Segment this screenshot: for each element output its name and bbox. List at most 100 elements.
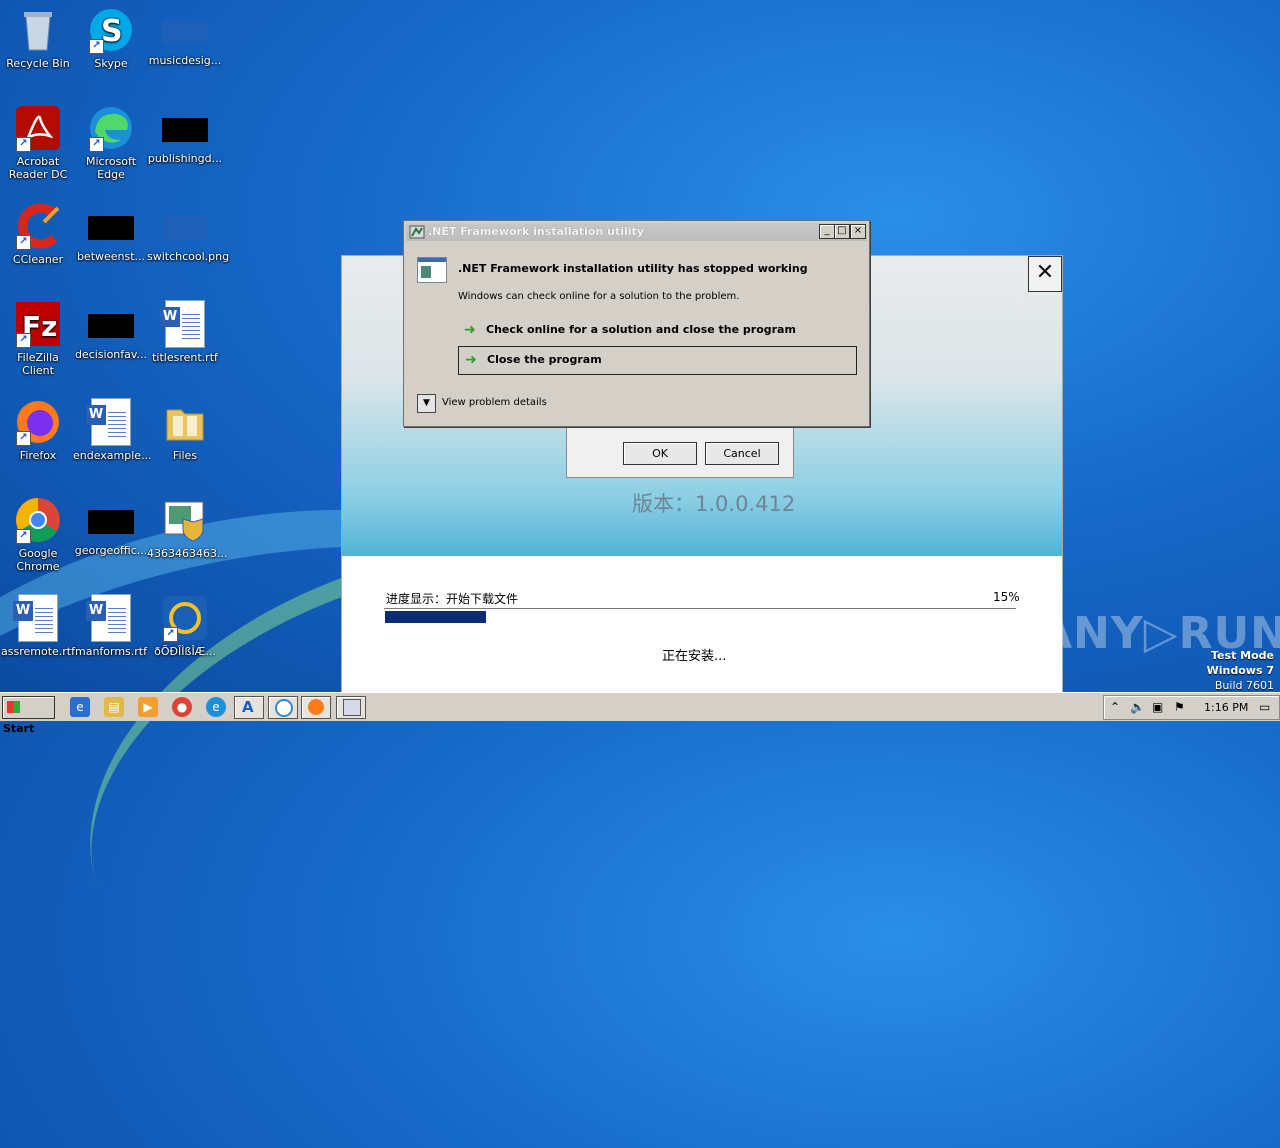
close-program-label: Close the program xyxy=(487,353,602,366)
redacted-thumbnail xyxy=(162,118,208,142)
minimize-icon[interactable]: _ xyxy=(819,224,835,239)
desktop-icon-titlesrent[interactable]: W titlesrent.rtf xyxy=(147,300,223,364)
desktop-icon-ccleaner[interactable]: ↗ CCleaner xyxy=(0,202,76,266)
desktop-icon-label: titlesrent.rtf xyxy=(152,351,218,364)
desktop-icon-label: manforms.rtf xyxy=(74,645,147,658)
network-icon[interactable]: ▣ xyxy=(1152,700,1163,714)
ccleaner-icon: ↗ xyxy=(14,202,62,250)
executable-shield-icon xyxy=(161,496,209,544)
show-hidden-icons-icon[interactable]: ⌃ xyxy=(1110,700,1120,714)
desktop-icon-installer[interactable]: ↗ ðÕÐÎÌßÎÆ... xyxy=(147,594,223,658)
redacted-thumbnail xyxy=(88,314,134,338)
explorer-icon[interactable]: ▤ xyxy=(104,697,124,717)
progress-percent: 15% xyxy=(993,590,1020,604)
desktop-icon-label: assremote.rtf xyxy=(1,645,75,658)
desktop-icon-label: decisionfav... xyxy=(74,348,148,361)
desktop-icon-label: 4363463463... xyxy=(147,547,228,560)
chevron-down-icon[interactable]: ▼ xyxy=(417,394,436,413)
desktop-icon-recycle-bin[interactable]: Recycle Bin xyxy=(0,6,76,70)
desktop-icon-label: Skype xyxy=(94,57,128,70)
taskbar-app-a[interactable]: A xyxy=(234,696,264,719)
start-button[interactable]: Start xyxy=(2,696,55,735)
desktop-icon-skype[interactable]: S ↗ Skype xyxy=(73,6,149,70)
desktop-icon-musicdesig[interactable]: musicdesig... xyxy=(147,6,223,67)
taskbar-clock[interactable]: 1:16 PM xyxy=(1204,701,1248,714)
desktop-icon-acrobat[interactable]: ↗ Acrobat Reader DC xyxy=(0,104,76,181)
dialog-titlebar[interactable]: .NET Framework installation utility _ □ … xyxy=(406,223,867,241)
desktop-icon-files[interactable]: Files xyxy=(147,398,223,462)
desktop-icon-4363463463[interactable]: 4363463463... xyxy=(147,496,228,560)
folder-icon xyxy=(161,398,209,446)
watermark-line3: Build 7601 xyxy=(1214,679,1274,692)
desktop-icon-filezilla[interactable]: Fz ↗ FileZilla Client xyxy=(0,300,76,377)
recycle-bin-icon xyxy=(14,6,62,54)
desktop-icon-edge[interactable]: ↗ Microsoft Edge xyxy=(73,104,149,181)
desktop-icon-label: Google Chrome xyxy=(16,547,60,573)
taskbar-firefox[interactable] xyxy=(301,696,331,719)
message-box: OK Cancel xyxy=(566,426,794,478)
desktop-icon-label: Firefox xyxy=(19,449,57,462)
desktop-icon-georgeoffic[interactable]: georgeoffic... xyxy=(73,496,149,557)
action-center-flag-icon[interactable]: ⚑ xyxy=(1174,700,1185,714)
close-icon[interactable]: × xyxy=(850,224,866,239)
net-utility-icon xyxy=(343,699,361,716)
desktop-icon-label: publishingd... xyxy=(147,152,223,165)
shortcut-arrow-icon: ↗ xyxy=(163,627,178,642)
view-details-link[interactable]: View problem details xyxy=(442,397,547,408)
dialog-subtext: Windows can check online for a solution … xyxy=(458,291,740,302)
desktop-icon-label: Files xyxy=(172,449,198,462)
shortcut-arrow-icon: ↗ xyxy=(16,333,31,348)
redacted-thumbnail xyxy=(88,510,134,534)
cancel-button[interactable]: Cancel xyxy=(705,442,779,465)
desktop-icon-endexample[interactable]: W endexample... xyxy=(73,398,152,462)
ok-button[interactable]: OK xyxy=(623,442,697,465)
check-online-option[interactable]: ➜ Check online for a solution and close … xyxy=(458,317,855,344)
desktop-icon-label: betweenst... xyxy=(76,250,146,263)
desktop-icon-switchcool[interactable]: switchcool.png xyxy=(147,202,229,263)
program-window-icon xyxy=(417,257,447,283)
desktop-icon-chrome[interactable]: ↗ Google Chrome xyxy=(0,496,76,573)
word-document-icon: W xyxy=(160,300,209,348)
windows-flag-icon xyxy=(7,701,20,713)
volume-icon[interactable]: 🔈 xyxy=(1130,700,1145,714)
ie-icon[interactable]: e xyxy=(70,697,90,717)
shortcut-arrow-icon: ↗ xyxy=(89,137,104,152)
word-document-icon: W xyxy=(86,594,135,642)
redacted-thumbnail xyxy=(88,216,134,240)
taskbar-app-disc[interactable] xyxy=(268,696,298,719)
dialog-headline: .NET Framework installation utility has … xyxy=(458,262,808,275)
start-label: Start xyxy=(3,722,35,735)
media-player-icon[interactable]: ▶ xyxy=(138,697,158,717)
desktop-icon-decisionfav[interactable]: decisionfav... xyxy=(73,300,149,361)
installer-version: 版本：1.0.0.412 xyxy=(632,492,796,516)
desktop-icon-label: Recycle Bin xyxy=(6,57,70,70)
desktop-icon-assremote[interactable]: W assremote.rtf xyxy=(0,594,76,658)
desktop-icon-firefox[interactable]: ↗ Firefox xyxy=(0,398,76,462)
skype-icon: S ↗ xyxy=(87,6,135,54)
maximize-icon[interactable]: □ xyxy=(834,224,850,239)
firefox-taskbar-icon xyxy=(308,699,324,715)
filezilla-icon: Fz ↗ xyxy=(14,300,62,348)
installer-close-button[interactable]: ✕ xyxy=(1028,256,1062,292)
desktop-icon-label: FileZilla Client xyxy=(17,351,59,377)
dialog-title: .NET Framework installation utility xyxy=(428,225,644,238)
desktop-icon-betweenst[interactable]: betweenst... xyxy=(73,202,149,263)
edge-taskbar-icon[interactable]: e xyxy=(206,697,226,717)
show-desktop-icon[interactable]: ▭ xyxy=(1259,700,1270,714)
installer-app-icon: ↗ xyxy=(161,594,209,642)
close-program-option[interactable]: ➜ Close the program xyxy=(458,346,857,375)
letter-a-icon: A xyxy=(242,698,254,716)
watermark-line1: Test Mode xyxy=(1211,649,1274,662)
image-thumbnail xyxy=(162,216,208,240)
desktop-icon-label: musicdesig... xyxy=(148,54,222,67)
desktop-icon-publishingd[interactable]: publishingd... xyxy=(147,104,223,165)
desktop-icon-manforms[interactable]: W manforms.rtf xyxy=(73,594,149,658)
chrome-taskbar-icon[interactable]: ● xyxy=(172,697,192,717)
shortcut-arrow-icon: ↗ xyxy=(16,529,31,544)
shortcut-arrow-icon: ↗ xyxy=(16,137,31,152)
taskbar: Start e ▤ ▶ ● e A ⌃ 🔈 ▣ ⚑ 1:16 PM ▭ xyxy=(0,692,1280,735)
firefox-icon: ↗ xyxy=(14,398,62,446)
taskbar-net-utility[interactable] xyxy=(336,696,366,719)
desktop-icon-label: Microsoft Edge xyxy=(85,155,137,181)
green-arrow-icon: ➜ xyxy=(465,352,477,368)
